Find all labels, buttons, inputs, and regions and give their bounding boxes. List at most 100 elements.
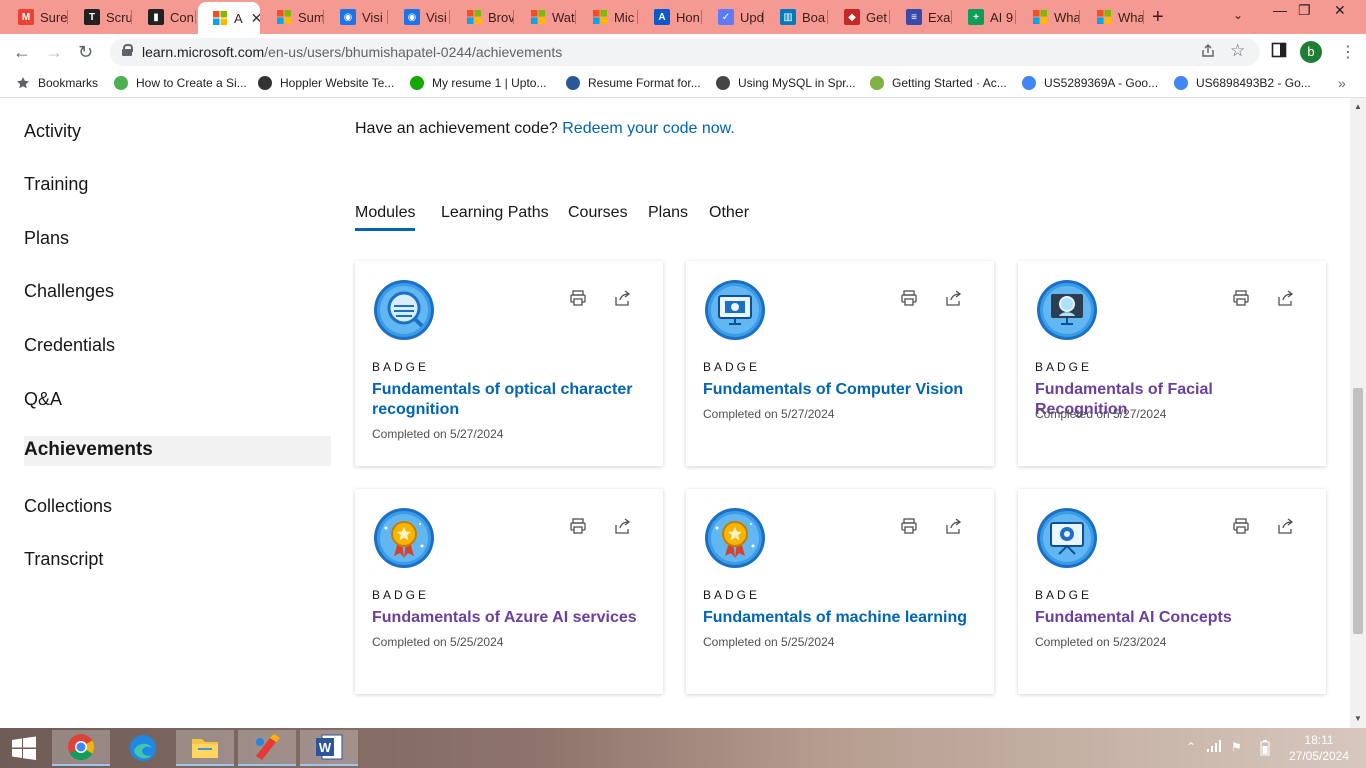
bookmark-item[interactable]: Getting Started · Ac... (870, 76, 1007, 90)
browser-tab[interactable]: Wat (516, 4, 576, 30)
card-completion-date: Completed on 5/25/2024 (372, 635, 504, 649)
achievement-tab[interactable]: Modules (355, 204, 416, 231)
bookmark-item[interactable]: US6898493B2 - Go... (1174, 76, 1311, 90)
bookmark-item[interactable]: How to Create a Si... (114, 76, 247, 90)
tab-title: Hon (676, 9, 700, 25)
browser-tab[interactable]: ◉ Visi (390, 4, 450, 30)
browser-menu-icon[interactable]: ⋮ (1340, 42, 1356, 62)
print-icon[interactable] (900, 289, 918, 307)
browser-tab[interactable]: A Hon (640, 4, 702, 30)
browser-tab[interactable]: Brov (452, 4, 514, 30)
print-icon[interactable] (1232, 289, 1250, 307)
browser-tab[interactable]: A ✕ (198, 2, 260, 34)
share-page-icon[interactable] (1200, 43, 1216, 63)
flag-icon[interactable]: ⚑ (1231, 740, 1242, 754)
achievement-tab[interactable]: Courses (568, 204, 628, 222)
browser-tab[interactable]: T Scru (70, 4, 132, 30)
minimize-button[interactable]: — (1273, 2, 1287, 18)
windows-start-icon[interactable] (10, 736, 38, 760)
bookmark-item[interactable]: US5289369A - Goo... (1022, 76, 1158, 90)
clock-date: 27/05/2024 (1288, 749, 1350, 763)
tab-search-button[interactable]: ⌄ (1233, 8, 1243, 22)
browser-tab[interactable]: ▮ Con (134, 4, 196, 30)
share-icon[interactable] (944, 289, 962, 307)
battery-icon[interactable] (1260, 740, 1270, 759)
share-icon[interactable] (1276, 289, 1294, 307)
achievement-tab[interactable]: Other (709, 204, 749, 222)
sidenav-item[interactable]: Challenges (24, 278, 331, 308)
address-bar[interactable]: learn.microsoft.com/en-us/users/bhumisha… (110, 38, 1260, 66)
card-title-link[interactable]: Fundamental AI Concepts (1035, 608, 1305, 628)
tab-favicon-icon: ≡ (906, 9, 922, 25)
print-icon[interactable] (569, 517, 587, 535)
sidenav-item[interactable]: Achievements (24, 436, 331, 466)
scroll-down-arrow[interactable]: ▼ (1354, 714, 1362, 723)
card-title-link[interactable]: Fundamentals of machine learning (703, 608, 973, 628)
side-panel-icon[interactable] (1271, 42, 1287, 62)
share-icon[interactable] (613, 517, 631, 535)
browser-tab[interactable]: Wha (1082, 4, 1144, 30)
bookmark-item[interactable]: Hoppler Website Te... (258, 76, 394, 90)
sidenav-item[interactable]: Collections (24, 493, 331, 523)
page-scrollbar[interactable]: ▲ ▼ (1350, 98, 1366, 728)
paint-icon[interactable] (238, 730, 296, 766)
print-icon[interactable] (569, 289, 587, 307)
browser-tab[interactable]: Wha (1018, 4, 1080, 30)
achievement-tab[interactable]: Learning Paths (441, 204, 549, 222)
redeem-link[interactable]: Redeem your code now. (562, 120, 735, 137)
tab-favicon-icon (276, 9, 292, 25)
close-window-button[interactable]: ✕ (1334, 2, 1346, 19)
browser-tab[interactable]: ◆ Get (830, 4, 890, 30)
bookmark-item[interactable]: Resume Format for... (566, 76, 701, 90)
scroll-thumb[interactable] (1353, 388, 1363, 634)
word-icon[interactable]: W (300, 730, 358, 766)
tab-favicon-icon: ◉ (340, 9, 356, 25)
print-icon[interactable] (1232, 517, 1250, 535)
taskbar-clock[interactable]: 18:11 27/05/2024 (1284, 732, 1354, 764)
achievement-tab[interactable]: Plans (648, 204, 688, 222)
browser-tab[interactable]: M Sure (4, 4, 68, 30)
bookmark-item[interactable]: Using MySQL in Spr... (716, 76, 856, 90)
card-title-link[interactable]: Fundamentals of Azure AI services (372, 608, 642, 628)
share-icon[interactable] (613, 289, 631, 307)
browser-tab[interactable]: ✓ Upd (704, 4, 764, 30)
chrome-icon[interactable] (52, 730, 110, 766)
new-tab-button[interactable]: + (1152, 6, 1164, 29)
browser-tab[interactable]: ≡ Exar (892, 4, 952, 30)
card-type-label: BADGE (1035, 360, 1093, 374)
close-tab-icon[interactable]: ✕ (251, 10, 260, 27)
bookmark-label: US6898493B2 - Go... (1196, 76, 1311, 90)
sidenav-item[interactable]: Q&A (24, 386, 331, 416)
scroll-up-arrow[interactable]: ▲ (1354, 102, 1362, 111)
show-hidden-icons[interactable]: ⌃ (1186, 740, 1196, 754)
sidenav-item[interactable]: Plans (24, 225, 331, 255)
file-explorer-icon[interactable] (176, 730, 234, 766)
sidenav-item[interactable]: Transcript (24, 546, 331, 576)
card-title-link[interactable]: Fundamentals of optical character recogn… (372, 380, 642, 420)
forward-button[interactable]: → (45, 42, 63, 63)
bookmark-item[interactable]: Bookmarks (16, 76, 98, 90)
reload-button[interactable]: ↻ (78, 42, 93, 63)
restore-button[interactable]: ❐ (1298, 2, 1311, 19)
card-title-link[interactable]: Fundamentals of Computer Vision (703, 380, 973, 400)
bookmark-label: How to Create a Si... (136, 76, 247, 90)
network-icon[interactable] (1206, 740, 1222, 755)
browser-tab[interactable]: Sum (262, 4, 324, 30)
redeem-row: Have an achievement code? Redeem your co… (355, 120, 735, 138)
sidenav-item[interactable]: Credentials (24, 332, 331, 362)
browser-tab[interactable]: ◉ Visi (326, 4, 388, 30)
profile-avatar[interactable]: b (1300, 41, 1322, 63)
browser-tab[interactable]: Mic (578, 4, 638, 30)
browser-tab[interactable]: ▥ Boa (766, 4, 828, 30)
sidenav-item[interactable]: Activity (24, 118, 331, 148)
bookmark-item[interactable]: My resume 1 | Upto... (410, 76, 547, 90)
browser-tab[interactable]: + AI 9 (954, 4, 1016, 30)
back-button[interactable]: ← (13, 42, 31, 63)
print-icon[interactable] (900, 517, 918, 535)
share-icon[interactable] (1276, 517, 1294, 535)
edge-icon[interactable] (114, 730, 172, 766)
sidenav-item[interactable]: Training (24, 171, 331, 201)
more-bookmarks-icon[interactable]: » (1338, 75, 1346, 91)
share-icon[interactable] (944, 517, 962, 535)
bookmark-star-icon[interactable]: ☆ (1230, 41, 1245, 61)
